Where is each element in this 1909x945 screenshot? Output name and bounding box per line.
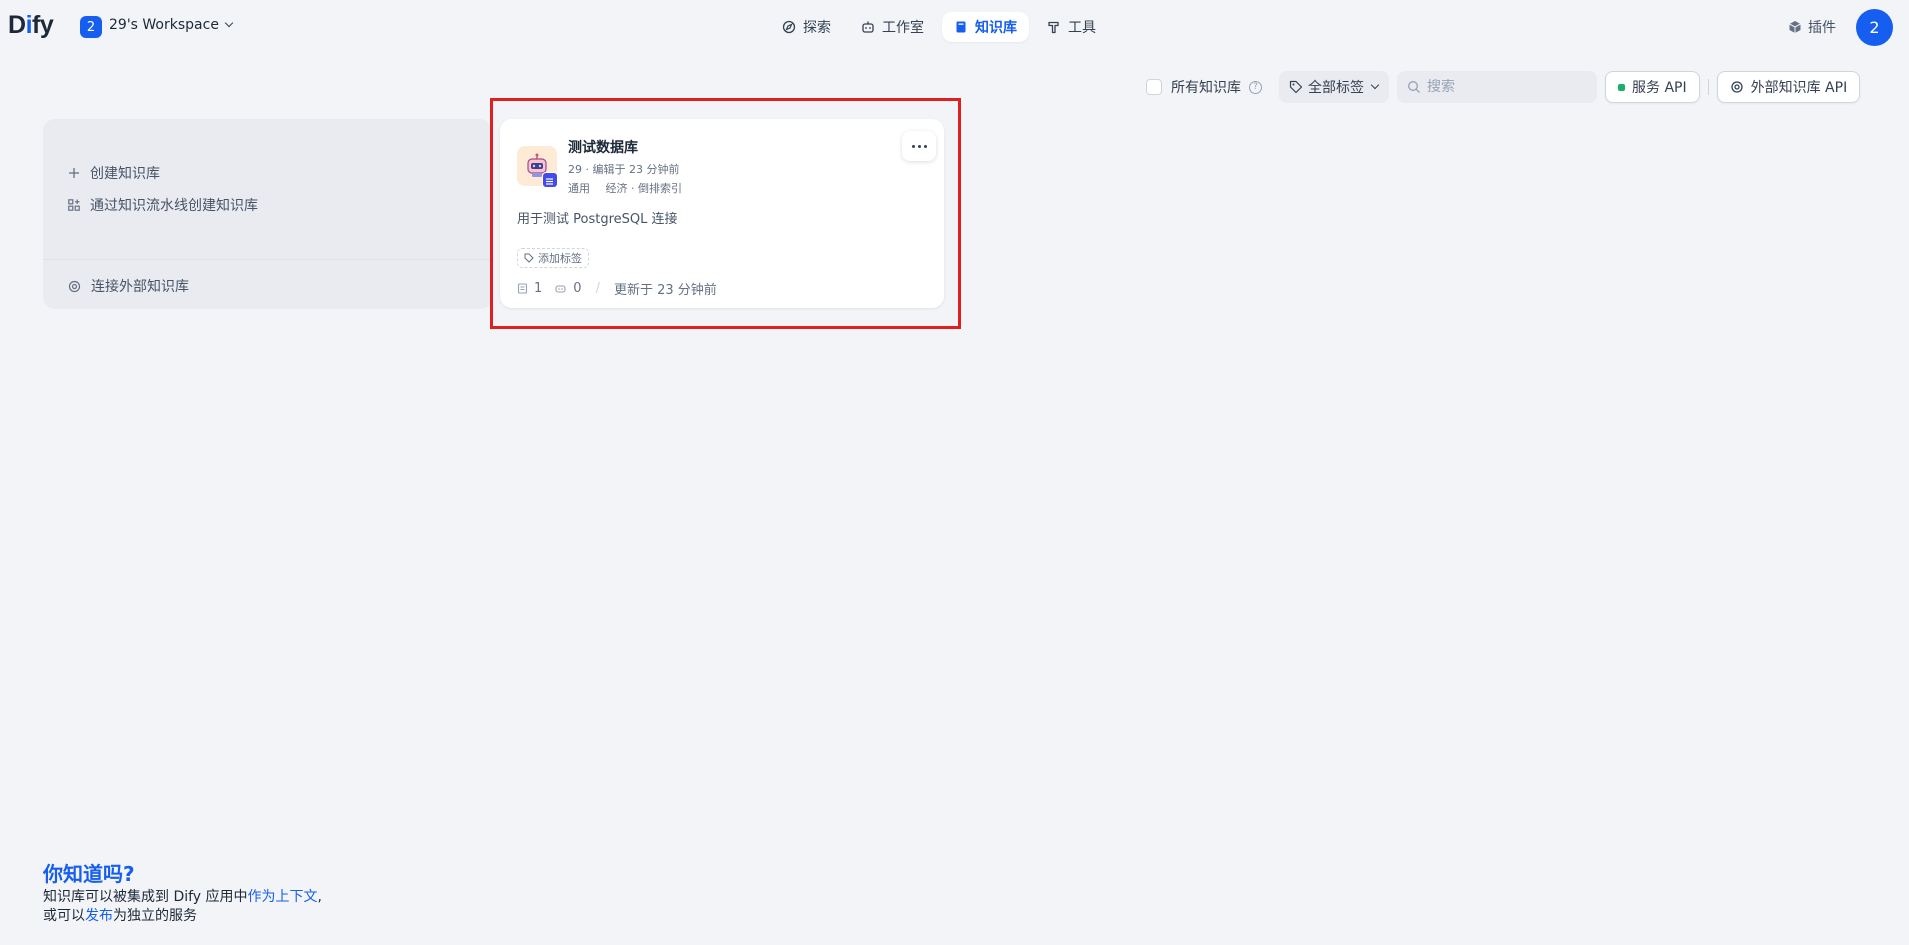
external-link-icon: [68, 280, 81, 292]
tag-filter-dropdown[interactable]: 全部标签: [1279, 71, 1389, 103]
plugins-label: 插件: [1808, 20, 1836, 36]
connect-external-knowledge-button[interactable]: 连接外部知识库: [68, 276, 189, 296]
nav-studio-label: 工作室: [882, 20, 924, 36]
tag-icon: [1289, 80, 1303, 94]
create-panel-divider: [43, 259, 492, 260]
top-navigation-bar: Dify 2 29's Workspace 探索 工作室 知识库 工具 插件 2: [0, 0, 1909, 54]
compass-icon: [782, 20, 796, 34]
tip-title: 你知道吗?: [43, 862, 135, 886]
nav-tools[interactable]: 工具: [1035, 12, 1108, 42]
book-icon: [956, 21, 966, 33]
toolbar-divider: [1707, 79, 1709, 95]
tip-line-1: 知识库可以被集成到 Dify 应用中作为上下文,: [43, 886, 322, 906]
hammer-icon: [1048, 21, 1059, 34]
knowledge-toolbar: 所有知识库 ? 全部标签 服务 API 外部知识库 API: [1146, 71, 1861, 103]
cube-icon: [1789, 21, 1801, 33]
all-datasets-label: 所有知识库: [1171, 80, 1241, 96]
tip-line-1-suffix: ,: [317, 889, 322, 905]
dify-logo[interactable]: Dify: [8, 11, 54, 40]
nav-explore-label: 探索: [803, 20, 831, 36]
nav-studio[interactable]: 工作室: [849, 12, 936, 42]
chevron-down-icon: [1370, 80, 1380, 90]
workspace-badge[interactable]: 2: [80, 16, 102, 38]
create-knowledge-label: 创建知识库: [90, 166, 160, 182]
status-dot-icon: [1618, 83, 1625, 91]
connect-external-label: 连接外部知识库: [91, 279, 189, 295]
nav-explore[interactable]: 探索: [770, 12, 843, 42]
help-icon[interactable]: ?: [1249, 80, 1262, 94]
all-datasets-checkbox[interactable]: [1146, 79, 1162, 95]
external-api-icon: [1730, 81, 1743, 93]
create-knowledge-button[interactable]: 创建知识库: [68, 163, 160, 183]
tip-publish-link[interactable]: 发布: [85, 908, 113, 924]
service-api-label: 服务 API: [1632, 80, 1687, 96]
nav-knowledge-label: 知识库: [975, 20, 1017, 36]
tip-line-2-suffix: 为独立的服务: [113, 908, 197, 924]
service-api-button[interactable]: 服务 API: [1605, 71, 1700, 103]
workspace-name: 29's Workspace: [109, 17, 219, 33]
main-nav: 探索 工作室 知识库 工具: [770, 12, 1108, 42]
nav-tools-label: 工具: [1068, 20, 1096, 36]
search-icon: [1408, 81, 1420, 93]
tip-line-1-text: 知识库可以被集成到 Dify 应用中: [43, 889, 248, 905]
create-from-pipeline-label: 通过知识流水线创建知识库: [90, 198, 258, 214]
search-input[interactable]: [1427, 79, 1587, 95]
tip-line-2: 或可以发布为独立的服务: [43, 905, 197, 925]
tip-line-2-text: 或可以: [43, 908, 85, 924]
external-api-button[interactable]: 外部知识库 API: [1716, 71, 1861, 103]
highlight-annotation-box: [490, 98, 961, 329]
tag-filter-label: 全部标签: [1308, 80, 1364, 96]
robot-icon: [862, 21, 874, 33]
external-api-label: 外部知识库 API: [1750, 80, 1848, 96]
search-box[interactable]: [1397, 71, 1597, 103]
nav-knowledge[interactable]: 知识库: [942, 12, 1029, 42]
plus-icon: [69, 168, 79, 178]
user-avatar[interactable]: 2: [1856, 9, 1893, 46]
chevron-down-icon: [224, 18, 234, 28]
tip-context-link[interactable]: 作为上下文: [248, 889, 318, 905]
pipeline-icon: [68, 199, 80, 211]
create-knowledge-card: 创建知识库 通过知识流水线创建知识库 连接外部知识库: [43, 119, 492, 309]
workspace-switcher[interactable]: 29's Workspace: [109, 17, 234, 33]
create-from-pipeline-button[interactable]: 通过知识流水线创建知识库: [68, 195, 258, 215]
plugins-button[interactable]: 插件: [1788, 17, 1836, 37]
